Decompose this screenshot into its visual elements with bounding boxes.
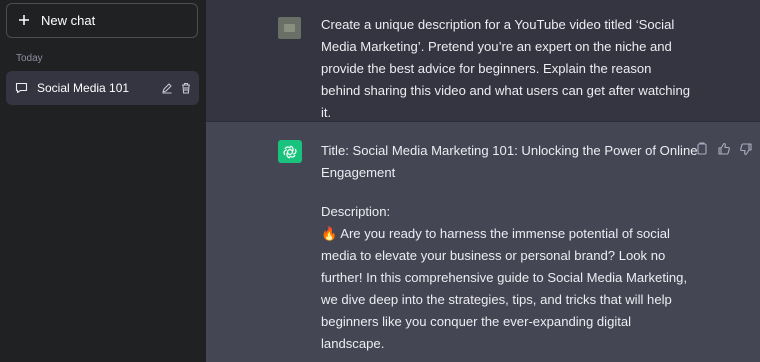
user-message-row: Create a unique description for a YouTub… (206, 0, 760, 121)
assistant-body: Description: 🔥 Are you ready to harness … (321, 201, 691, 355)
message-actions (695, 142, 753, 156)
copy-icon[interactable] (695, 142, 709, 156)
trash-icon[interactable] (180, 82, 192, 97)
openai-logo-icon (278, 140, 302, 163)
new-chat-label: New chat (41, 13, 96, 28)
thumbs-up-icon[interactable] (717, 142, 731, 156)
user-message-text: Create a unique description for a YouTub… (321, 17, 691, 120)
thumbs-down-icon[interactable] (739, 142, 753, 156)
user-avatar (278, 17, 301, 39)
assistant-description-text: 🔥 Are you ready to harness the immense p… (321, 226, 688, 351)
description-label: Description: (321, 204, 391, 219)
new-chat-button[interactable]: New chat (6, 3, 198, 38)
pencil-icon[interactable] (161, 82, 173, 97)
section-label-today: Today (16, 53, 43, 64)
assistant-message-row: Title: Social Media Marketing 101: Unloc… (206, 122, 760, 362)
plus-icon (18, 12, 30, 29)
sidebar-item-conversation[interactable]: Social Media 101 (6, 71, 199, 105)
sidebar: New chat Today Social Media 101 (0, 0, 206, 362)
conversation-title: Social Media 101 (37, 81, 130, 95)
chat-bubble-icon (15, 81, 28, 97)
assistant-title-line: Title: Social Media Marketing 101: Unloc… (321, 143, 698, 180)
